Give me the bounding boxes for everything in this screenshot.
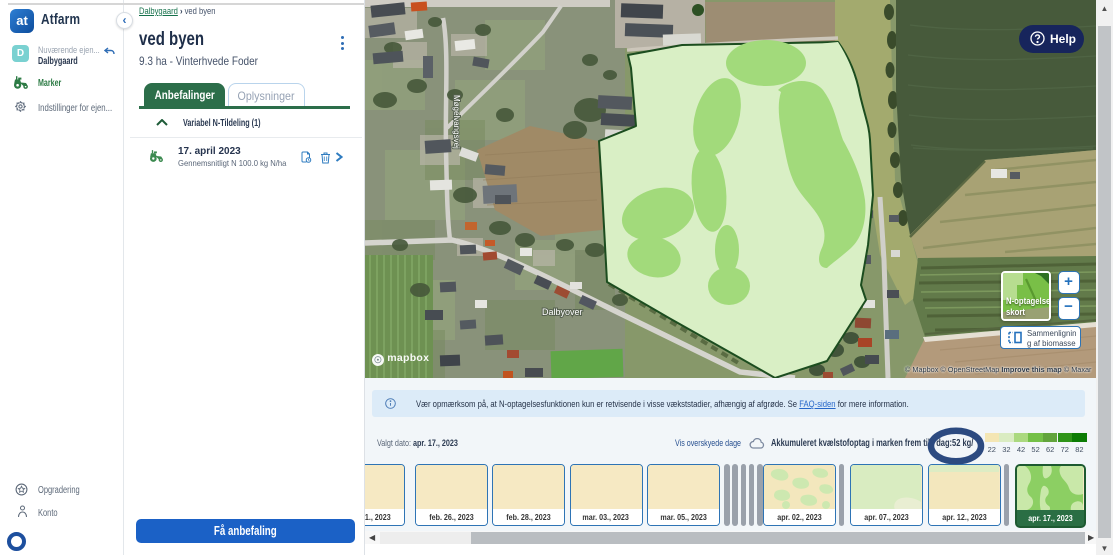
svg-text:Møgelvangsvej: Møgelvangsvej	[452, 95, 461, 149]
svg-text:Dalbyover: Dalbyover	[542, 307, 583, 317]
